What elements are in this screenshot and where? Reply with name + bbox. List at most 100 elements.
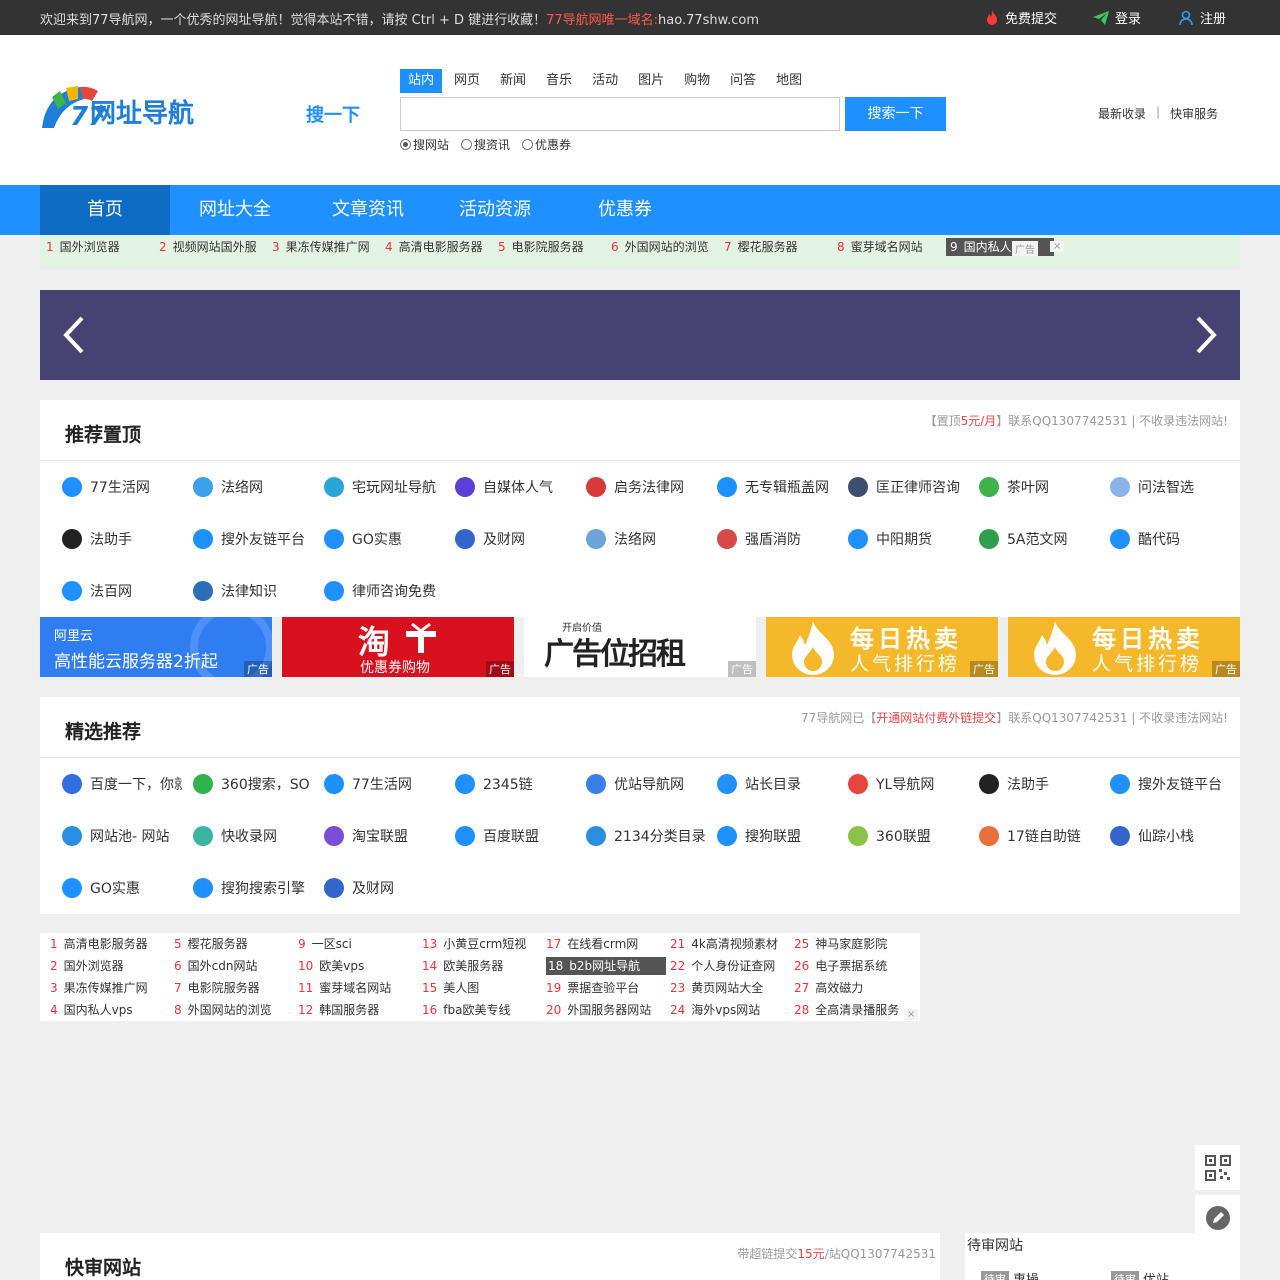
hot-item[interactable]: 28 全高清录播服务 [794,1001,914,1019]
site-link[interactable]: 法助手 [62,527,182,551]
ticker-item[interactable]: 6 外国网站的浏览 [611,238,709,256]
hot-item[interactable]: 12 韩国服务器 [298,1001,418,1019]
site-link[interactable]: 启务法律网 [586,475,706,499]
site-link[interactable]: 搜外友链平台 [1110,772,1230,796]
site-link[interactable]: 法络网 [586,527,706,551]
pending-item[interactable]: 待审优站 [1111,1269,1169,1280]
site-link[interactable]: 酷代码 [1110,527,1230,551]
hot-item[interactable]: 11 蜜芽域名网站 [298,979,418,997]
hot-item[interactable]: 5 樱花服务器 [174,935,294,953]
site-link[interactable]: 17链自助链 [979,824,1099,848]
site-link[interactable]: 百度一下，你就知道 [62,772,182,796]
site-link[interactable]: 匡正律师咨询 [848,475,968,499]
site-link[interactable]: 及财网 [455,527,575,551]
nav-coupons[interactable]: 优惠券 [554,185,696,235]
ticker-item[interactable]: 3 果冻传媒推广网 [272,238,370,256]
close-icon[interactable]: × [1050,241,1065,252]
hot-item[interactable]: 27 高效磁力 [794,979,914,997]
note-highlight[interactable]: 开通网站付费外链提交 [876,711,996,725]
ad-hot-sale-1[interactable]: 每日热卖 人气排行榜 广告 [766,617,998,677]
site-link[interactable]: 百度联盟 [455,824,575,848]
search-tab-shopping[interactable]: 购物 [676,69,718,93]
register-link[interactable]: 注册 [1178,8,1226,27]
nav-activities[interactable]: 活动资源 [436,185,554,235]
site-link[interactable]: 搜狗联盟 [717,824,837,848]
ticker-item[interactable]: 8 蜜芽域名网站 [837,238,923,256]
hot-item[interactable]: 16 fba欧美专线 [422,1001,542,1019]
site-link[interactable]: 法律知识 [193,579,313,603]
ticker-item[interactable]: 5 电影院服务器 [498,238,584,256]
site-link[interactable]: 2134分类目录 [586,824,706,848]
site-link[interactable]: 搜外友链平台 [193,527,313,551]
hot-item[interactable]: 7 电影院服务器 [174,979,294,997]
site-link[interactable]: 77生活网 [62,475,182,499]
hot-item[interactable]: 9 一区sci [298,935,418,953]
site-link[interactable]: 淘宝联盟 [324,824,444,848]
ticker-item[interactable]: 7 樱花服务器 [724,238,798,256]
site-logo[interactable]: 77 网址导航 [40,83,195,133]
site-link[interactable]: 2345链 [455,772,575,796]
site-link[interactable]: 5A范文网 [979,527,1099,551]
site-link[interactable]: 无专辑瓶盖网 [717,475,837,499]
site-link[interactable]: 法助手 [979,772,1099,796]
hot-item[interactable]: 6 国外cdn网站 [174,957,294,975]
domain-link[interactable]: hao.77shw.com [658,13,759,28]
latest-link[interactable]: 最新收录 [1098,105,1146,122]
search-tab-image[interactable]: 图片 [630,69,672,93]
site-link[interactable]: 搜狗搜索引擎 [193,876,313,900]
hot-item[interactable]: 18 b2b网址导航 [546,957,666,975]
site-link[interactable]: 及财网 [324,876,444,900]
search-tab-qa[interactable]: 问答 [722,69,764,93]
site-link[interactable]: 中阳期货 [848,527,968,551]
hot-item[interactable]: 24 海外vps网站 [670,1001,790,1019]
hot-item[interactable]: 3 果冻传媒推广网 [50,979,170,997]
hot-item[interactable]: 26 电子票据系统 [794,957,914,975]
site-link[interactable]: GO实惠 [324,527,444,551]
quick-review-link[interactable]: 快审服务 [1170,105,1218,122]
site-link[interactable]: 仙踪小栈 [1110,824,1230,848]
hot-item[interactable]: 21 4k高清视频素材 [670,935,790,953]
site-link[interactable]: 自媒体人气 [455,475,575,499]
ad-taobao[interactable]: 淘 优惠券购物 广告 [282,617,514,677]
ad-hot-sale-2[interactable]: 每日热卖 人气排行榜 广告 [1008,617,1240,677]
nav-home[interactable]: 首页 [40,185,170,235]
nav-articles[interactable]: 文章资讯 [300,185,436,235]
site-link[interactable]: 360搜索，SO [193,772,313,796]
hot-item[interactable]: 4 国内私人vps [50,1001,170,1019]
free-submit-link[interactable]: 免费提交 [985,8,1057,27]
search-input[interactable] [400,97,840,131]
prev-arrow-icon[interactable] [60,314,90,356]
site-link[interactable]: GO实惠 [62,876,182,900]
site-link[interactable]: 网站池- 网站 [62,824,182,848]
pending-item[interactable]: 待审惠操 [981,1269,1039,1280]
search-tab-music[interactable]: 音乐 [538,69,580,93]
hot-item[interactable]: 13 小黄豆crm短视 [422,935,542,953]
site-link[interactable]: 强盾消防 [717,527,837,551]
radio-news[interactable]: 搜资讯 [461,136,510,153]
hot-item[interactable]: 15 美人图 [422,979,542,997]
ticker-item[interactable]: 2 视频网站国外服 [159,238,257,256]
hot-item[interactable]: 1 高清电影服务器 [50,935,170,953]
site-link[interactable]: 快收录网 [193,824,313,848]
site-link[interactable]: 律师咨询免费 [324,579,444,603]
ticker-item[interactable]: 1 国外浏览器 [46,238,120,256]
ad-rent[interactable]: 开启价值 广告位招租 广告 [524,617,756,677]
site-link[interactable]: 宅玩网址导航 [324,475,444,499]
nav-directory[interactable]: 网址大全 [170,185,300,235]
hot-item[interactable]: 17 在线看crm网 [546,935,666,953]
hot-item[interactable]: 25 神马家庭影院 [794,935,914,953]
search-button[interactable]: 搜索一下 [845,97,946,131]
site-link[interactable]: 法百网 [62,579,182,603]
search-tab-news[interactable]: 新闻 [492,69,534,93]
hot-item[interactable]: 14 欧美服务器 [422,957,542,975]
radio-site[interactable]: 搜网站 [400,136,449,153]
site-link[interactable]: 法络网 [193,475,313,499]
qrcode-button[interactable] [1195,1145,1240,1190]
hot-item[interactable]: 22 个人身份证查网 [670,957,790,975]
site-link[interactable]: 问法智选 [1110,475,1230,499]
site-link[interactable]: 茶叶网 [979,475,1099,499]
ticker-item[interactable]: 4 高清电影服务器 [385,238,483,256]
ad-aliyun[interactable]: 阿里云 高性能云服务器2折起 广告 [40,617,272,677]
hot-item[interactable]: 10 欧美vps [298,957,418,975]
hot-item[interactable]: 2 国外浏览器 [50,957,170,975]
